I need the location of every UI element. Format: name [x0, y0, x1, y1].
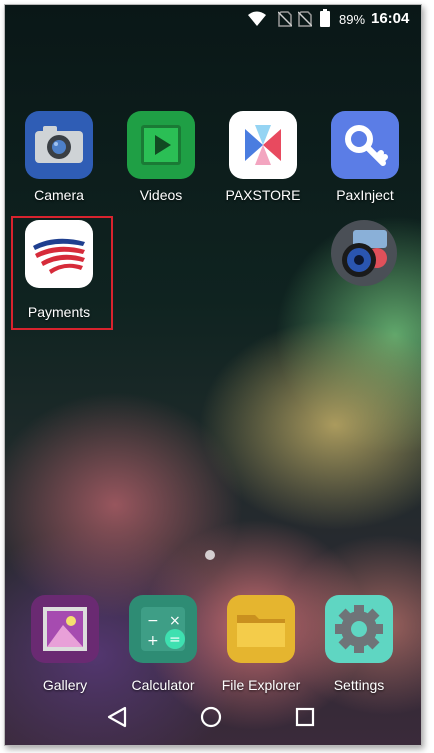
gallery-icon — [31, 595, 99, 663]
svg-text:×: × — [169, 613, 181, 629]
bank-flag-icon — [25, 220, 93, 288]
app-label: File Explorer — [221, 677, 301, 693]
app-label: Camera — [34, 187, 84, 203]
speaker-icon — [331, 220, 397, 286]
app-settings[interactable]: Settings — [309, 595, 409, 695]
app-payments[interactable]: Payments — [9, 220, 109, 320]
phone-screen: 89% 16:04 Camera Videos PAXSTORE PaxInje… — [4, 4, 422, 746]
camera-icon — [25, 111, 93, 179]
app-paxinject[interactable]: PaxInject — [315, 111, 415, 211]
app-label: PaxInject — [336, 187, 394, 203]
home-icon[interactable] — [199, 705, 223, 729]
app-gallery[interactable]: Gallery — [15, 595, 115, 695]
svg-text:−: − — [147, 613, 159, 629]
status-bar: 89% 16:04 — [5, 5, 421, 33]
folder-icon — [227, 595, 295, 663]
app-label: Payments — [27, 304, 91, 320]
app-file-explorer[interactable]: File Explorer — [211, 595, 311, 695]
no-sim-icon — [278, 11, 292, 27]
svg-text:=: = — [169, 632, 181, 648]
gear-icon — [325, 595, 393, 663]
clock: 16:04 — [371, 10, 410, 27]
app-videos[interactable]: Videos — [111, 111, 211, 211]
no-sim-icon — [298, 11, 312, 27]
back-icon[interactable] — [105, 705, 129, 729]
page-indicator — [205, 550, 215, 560]
app-label: PAXSTORE — [225, 187, 301, 203]
battery-percent: 89% — [339, 12, 366, 27]
paxstore-icon — [229, 111, 297, 179]
app-calculator[interactable]: − × + = Calculator — [113, 595, 213, 695]
app-paxstore[interactable]: PAXSTORE — [213, 111, 313, 211]
svg-text:+: + — [147, 633, 159, 649]
app-label: Calculator — [131, 677, 195, 693]
app-camera[interactable]: Camera — [9, 111, 109, 211]
key-icon — [331, 111, 399, 179]
app-label: Videos — [139, 187, 183, 203]
battery-icon — [320, 9, 330, 27]
app-label: Settings — [333, 677, 385, 693]
recents-icon[interactable] — [293, 705, 317, 729]
wifi-icon — [248, 11, 266, 26]
app-label: Gallery — [42, 677, 88, 693]
calculator-icon: − × + = — [129, 595, 197, 663]
play-icon — [127, 111, 195, 179]
app-speaker[interactable] — [315, 220, 415, 290]
